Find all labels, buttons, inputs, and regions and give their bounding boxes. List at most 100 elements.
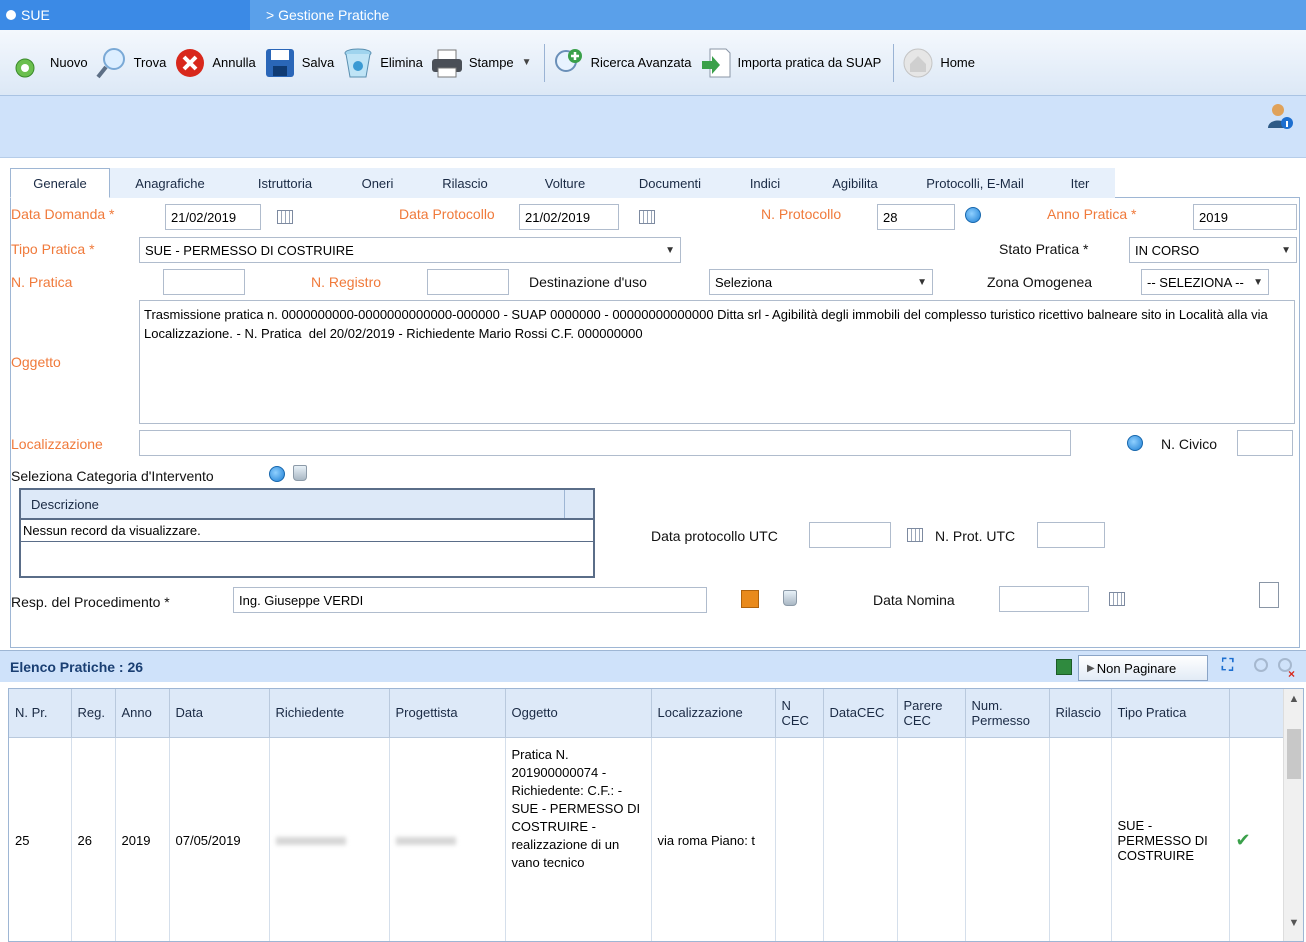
toolbar-separator	[543, 43, 545, 82]
column-header[interactable]: Tipo Pratica	[1111, 689, 1230, 738]
stampe-button[interactable]: Stampe ▼	[429, 43, 532, 83]
calendar-icon[interactable]	[277, 210, 293, 224]
cell-data: 07/05/2019	[169, 737, 270, 941]
column-header[interactable]: N CEC	[775, 689, 824, 738]
data-protocollo-utc-field[interactable]	[809, 522, 891, 548]
n-registro-field[interactable]	[427, 269, 509, 295]
org-chart-icon[interactable]	[741, 590, 759, 608]
localizzazione-label: Localizzazione	[11, 436, 103, 452]
table-header-row: N. Pr. Reg. Anno Data Richiedente Proget…	[9, 689, 1286, 738]
tipo-pratica-select[interactable]: SUE - PERMESSO DI COSTRUIRE ▼	[139, 237, 681, 263]
empty-message: Nessun record da visualizzare.	[21, 520, 593, 542]
nuovo-button[interactable]: Nuovo	[10, 43, 88, 83]
elimina-button[interactable]: Elimina	[340, 43, 423, 83]
stato-pratica-select[interactable]: IN CORSO ▼	[1129, 237, 1297, 263]
search-icon[interactable]	[1127, 435, 1143, 451]
anno-pratica-field[interactable]: 2019	[1193, 204, 1297, 230]
cell-num-permesso	[965, 737, 1050, 941]
calendar-icon[interactable]	[907, 528, 923, 542]
n-pratica-label: N. Pratica	[11, 274, 73, 290]
tab-oneri[interactable]: Oneri	[340, 168, 415, 198]
excel-export-icon[interactable]	[1056, 659, 1072, 675]
oggetto-textarea[interactable]: Trasmissione pratica n. 0000000000-00000…	[139, 300, 1295, 424]
tab-volture[interactable]: Volture	[515, 168, 615, 198]
scroll-thumb[interactable]	[1287, 729, 1301, 779]
user-info-icon[interactable]	[1266, 102, 1294, 130]
n-pratica-field[interactable]	[163, 269, 245, 295]
tab-protocolli-email[interactable]: Protocolli, E-Mail	[905, 168, 1045, 198]
n-registro-label: N. Registro	[311, 274, 382, 290]
n-civico-label: N. Civico	[1161, 436, 1218, 452]
column-header[interactable]: Progettista	[389, 689, 506, 738]
dropdown-arrow-icon[interactable]: ▼	[522, 57, 532, 68]
n-prot-utc-field[interactable]	[1037, 522, 1105, 548]
search-icon[interactable]	[269, 466, 285, 482]
tab-generale[interactable]: Generale	[10, 168, 110, 198]
stato-pratica-label: Stato Pratica *	[999, 241, 1089, 257]
column-header[interactable]: Data	[169, 689, 270, 738]
document-icon[interactable]	[1259, 582, 1279, 608]
zona-omogenea-select[interactable]: -- SELEZIONA -- ▼	[1141, 269, 1269, 295]
app-title: SUE	[0, 0, 250, 30]
cancel-icon	[172, 45, 208, 81]
trash-icon[interactable]	[783, 590, 797, 606]
nuovo-label: Nuovo	[50, 55, 88, 70]
calendar-icon[interactable]	[639, 210, 655, 224]
close-icon: ×	[1288, 667, 1296, 681]
data-domanda-field[interactable]: 21/02/2019	[165, 204, 261, 230]
pratiche-grid: N. Pr. Reg. Anno Data Richiedente Proget…	[8, 688, 1304, 942]
cell-rilascio	[1049, 737, 1112, 941]
fullscreen-icon[interactable]: ⛶	[1222, 657, 1233, 675]
search-icon[interactable]	[1254, 658, 1268, 672]
salva-button[interactable]: Salva	[262, 43, 334, 83]
n-protocollo-field[interactable]: 28	[877, 204, 955, 230]
destinazione-uso-select[interactable]: Seleziona ▼	[709, 269, 933, 295]
ricerca-avanzata-button[interactable]: Ricerca Avanzata	[551, 43, 692, 83]
tab-indici[interactable]: Indici	[725, 168, 805, 198]
tab-agibilita[interactable]: Agibilita	[805, 168, 905, 198]
localizzazione-field[interactable]	[139, 430, 1071, 456]
table-row[interactable]: 25 26 2019 07/05/2019 Pratica N. 2019000…	[9, 737, 1286, 941]
column-header[interactable]: DataCEC	[823, 689, 898, 738]
column-header[interactable]: Rilascio	[1049, 689, 1112, 738]
n-prot-utc-label: N. Prot. UTC	[935, 528, 1016, 544]
oggetto-label: Oggetto	[11, 354, 61, 370]
elimina-label: Elimina	[380, 55, 423, 70]
data-protocollo-field[interactable]: 21/02/2019	[519, 204, 619, 230]
vertical-scrollbar[interactable]: ▲ ▼	[1283, 689, 1303, 941]
data-nomina-field[interactable]	[999, 586, 1089, 612]
toolbar: Nuovo Trova Annulla Salva Elimina Stampe…	[0, 30, 1306, 96]
non-paginare-button[interactable]: ▶ Non Paginare	[1078, 655, 1208, 681]
tab-documenti[interactable]: Documenti	[615, 168, 725, 198]
breadcrumb[interactable]: > Gestione Pratiche	[250, 0, 1306, 30]
column-header[interactable]: Parere CEC	[897, 689, 966, 738]
tab-rilascio[interactable]: Rilascio	[415, 168, 515, 198]
scroll-up-icon[interactable]: ▲	[1284, 693, 1303, 713]
annulla-button[interactable]: Annulla	[172, 43, 256, 83]
column-header[interactable]: N. Pr.	[9, 689, 72, 738]
column-header[interactable]: Reg.	[71, 689, 116, 738]
column-header-descrizione[interactable]: Descrizione	[21, 490, 565, 518]
column-header[interactable]: Richiedente	[269, 689, 390, 738]
radio-dot-icon	[6, 10, 16, 20]
column-header[interactable]: Num. Permesso	[965, 689, 1050, 738]
home-button[interactable]: Home	[900, 43, 975, 83]
scroll-down-icon[interactable]: ▼	[1284, 917, 1303, 937]
column-header[interactable]: Localizzazione	[651, 689, 776, 738]
n-civico-field[interactable]	[1237, 430, 1293, 456]
destinazione-uso-value: Seleziona	[715, 274, 773, 290]
resp-procedimento-label: Resp. del Procedimento *	[11, 594, 170, 610]
tab-istruttoria[interactable]: Istruttoria	[230, 168, 340, 198]
trash-icon[interactable]	[293, 465, 307, 481]
tab-anagrafiche[interactable]: Anagrafiche	[110, 168, 230, 198]
resp-procedimento-field[interactable]: Ing. Giuseppe VERDI	[233, 587, 707, 613]
column-header[interactable]: Oggetto	[505, 689, 652, 738]
cell-n-cec	[775, 737, 824, 941]
chevron-down-icon: ▼	[917, 276, 927, 288]
trova-button[interactable]: Trova	[94, 43, 166, 83]
calendar-icon[interactable]	[1109, 592, 1125, 606]
search-icon[interactable]	[965, 207, 981, 223]
importa-suap-button[interactable]: Importa pratica da SUAP	[698, 43, 881, 83]
column-header[interactable]: Anno	[115, 689, 170, 738]
tab-iter[interactable]: Iter	[1045, 168, 1115, 198]
